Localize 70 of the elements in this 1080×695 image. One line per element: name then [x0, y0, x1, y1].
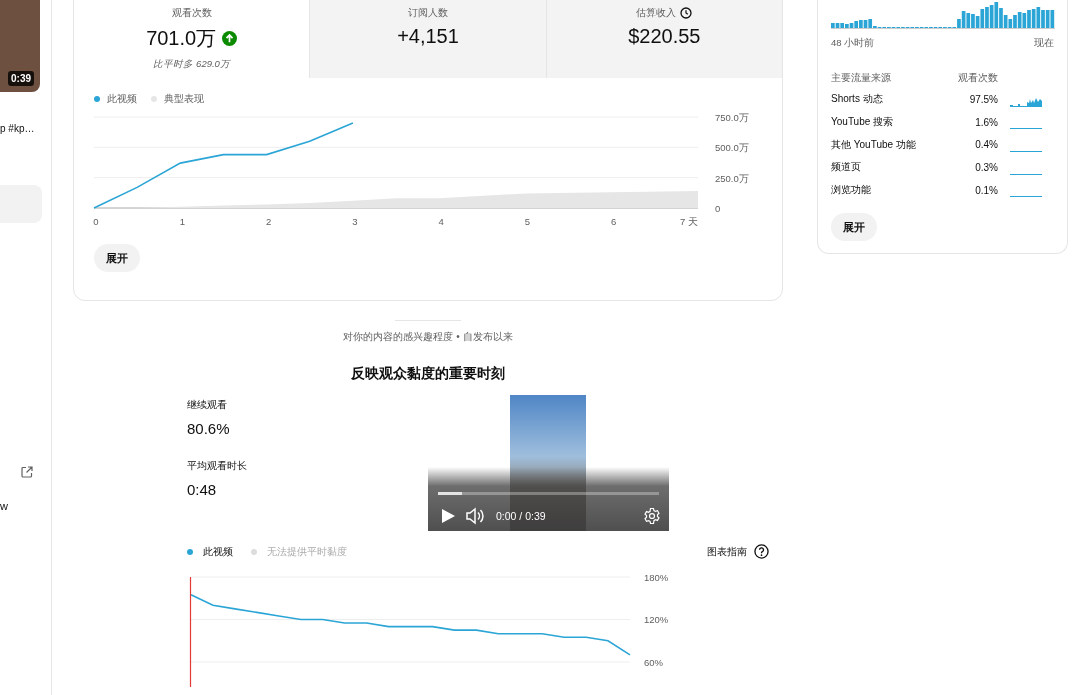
x-axis-label: 6 [611, 216, 617, 227]
y-axis-label: 250.0万 [715, 172, 749, 184]
duration-badge: 0:39 [8, 71, 34, 86]
progress-bar[interactable] [438, 492, 659, 495]
metric-tab[interactable]: 订阅人数 +4,151 [309, 0, 546, 78]
x-axis-label: 4 [438, 216, 444, 227]
stat-label: 平均观看时长 [187, 459, 248, 473]
range-end-label: 现在 [1034, 37, 1054, 50]
arrow-up-icon [222, 31, 238, 46]
y-axis-label: 750.0万 [715, 112, 749, 123]
traffic-source: 频道页 [831, 160, 862, 175]
x-axis-label: 1 [179, 216, 185, 227]
link-text[interactable]: w [0, 500, 51, 512]
trend-sparkline [1010, 151, 1042, 153]
traffic-source: Shorts 动态 [831, 92, 884, 107]
playback-time: 0:00 / 0:39 [496, 510, 547, 522]
metric-label: 观看次数 [171, 6, 212, 20]
y-axis-label: 0 [715, 203, 721, 214]
x-axis-label: 2 [265, 216, 272, 227]
expand-button[interactable]: 展开 [831, 213, 877, 242]
chart-guide-link[interactable]: 图表指南 [707, 544, 747, 559]
traffic-source: 其他 YouTube 功能 [831, 137, 917, 152]
traffic-source: 浏览功能 [831, 183, 872, 198]
x-axis-label: 7 天 [680, 216, 698, 227]
section-title: 反映观众黏度的重要时刻 [350, 365, 506, 383]
trend-sparkline [1010, 173, 1042, 175]
x-axis-label: 5 [524, 216, 531, 227]
legend-label: 此视频 [203, 544, 233, 559]
stat-value: 80.6% [187, 420, 231, 437]
metric-value: $220.55 [628, 25, 701, 48]
metric-label: 订阅人数 [408, 6, 448, 20]
y-axis-label: 120% [644, 614, 669, 625]
external-link-icon[interactable] [21, 466, 33, 478]
views-share: 0.4% [974, 139, 999, 151]
x-axis-label: 0 [93, 216, 99, 227]
trend-sparkline [1010, 196, 1042, 198]
views-share: 97.5% [968, 93, 999, 105]
expand-button[interactable]: 展开 [94, 244, 140, 272]
play-icon[interactable] [440, 508, 456, 524]
column-header: 主要流量来源 [831, 71, 892, 85]
views-share: 0.3% [974, 161, 999, 173]
metric-value: +4,151 [397, 25, 459, 48]
comparison-note: 比平时多 629.0万 [153, 58, 230, 71]
x-axis-label: 3 [352, 216, 358, 227]
volume-icon[interactable] [466, 507, 486, 525]
stat-label: 继续观看 [187, 398, 228, 412]
legend-label: 此视频 [107, 92, 137, 106]
clock-icon[interactable] [680, 7, 693, 19]
range-start-label: 48 小时前 [831, 37, 875, 50]
video-thumbnail[interactable]: 0:39 [0, 0, 40, 92]
legend-label: 典型表现 [164, 92, 204, 106]
y-axis-label: 500.0万 [715, 142, 749, 154]
video-title[interactable]: p #kp… [0, 123, 51, 134]
trend-sparkline [1010, 96, 1042, 107]
y-axis-label: 60% [644, 656, 663, 668]
views-share: 0.1% [974, 184, 999, 196]
settings-icon[interactable] [643, 507, 661, 525]
column-header: 观看次数 [957, 71, 999, 85]
metric-tab[interactable]: 估算收入 $220.55 [545, 0, 782, 78]
legend-label: 无法提供平时黏度 [267, 544, 347, 559]
metric-value: 701.0万 [146, 26, 217, 51]
section-subtitle: 对你的内容的感兴趣程度 • 自发布以来 [342, 330, 514, 344]
stat-value: 0:48 [187, 481, 218, 498]
video-player[interactable]: 0:00 / 0:39 [428, 395, 669, 531]
help-icon[interactable] [754, 544, 769, 559]
y-axis-label: 180% [644, 571, 669, 583]
trend-sparkline [1010, 128, 1042, 130]
views-share: 1.6% [974, 116, 999, 128]
metric-label: 估算收入 [636, 6, 677, 20]
traffic-source: YouTube 搜索 [831, 115, 895, 130]
